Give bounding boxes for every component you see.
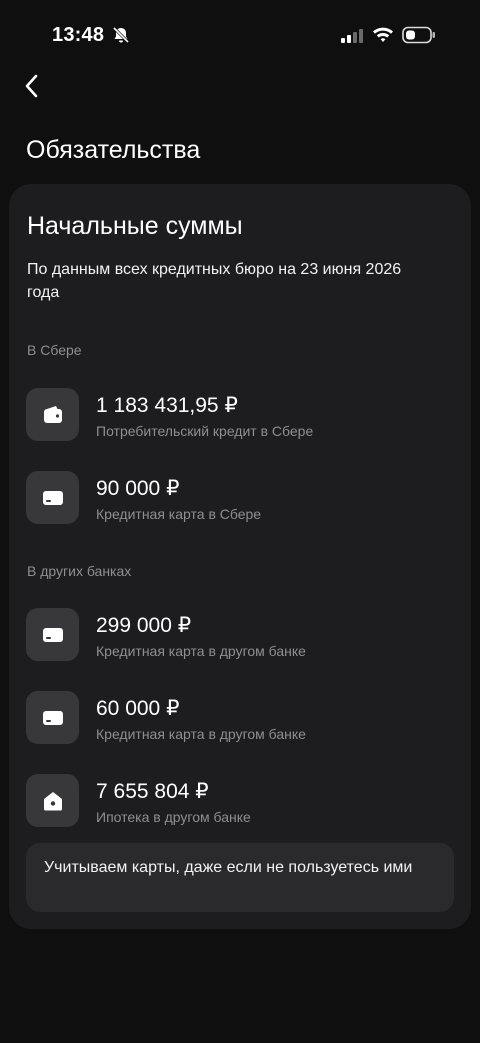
list-item[interactable]: 60 000 ₽ Кредитная карта в другом банке bbox=[26, 691, 456, 745]
item-amount: 1 183 431,95 ₽ bbox=[96, 394, 238, 417]
item-amount: 90 000 ₽ bbox=[96, 477, 180, 500]
wifi-icon bbox=[373, 27, 393, 42]
bell-muted-icon bbox=[112, 26, 130, 44]
item-amount: 299 000 ₽ bbox=[96, 614, 192, 637]
card-title: Начальные суммы bbox=[27, 212, 243, 240]
section-label-other-banks: В других банках bbox=[27, 563, 132, 579]
list-item[interactable]: 1 183 431,95 ₽ Потребительский кредит в … bbox=[26, 388, 456, 442]
card-icon bbox=[43, 711, 63, 725]
item-description: Ипотека в другом банке bbox=[96, 809, 251, 825]
initial-amounts-card: Начальные суммы По данным всех кредитных… bbox=[9, 184, 471, 929]
section-label-sber: В Сбере bbox=[27, 342, 82, 358]
item-amount: 7 655 804 ₽ bbox=[96, 780, 209, 803]
item-icon-box bbox=[26, 691, 79, 744]
item-icon-box bbox=[26, 774, 79, 827]
item-description: Кредитная карта в другом банке bbox=[96, 643, 306, 659]
list-item[interactable]: 90 000 ₽ Кредитная карта в Сбере bbox=[26, 471, 456, 525]
status-bar: 13:48 bbox=[0, 0, 480, 70]
list-item[interactable]: 7 655 804 ₽ Ипотека в другом банке bbox=[26, 774, 456, 828]
cellular-signal-icon bbox=[341, 29, 363, 43]
item-icon-box bbox=[26, 388, 79, 441]
item-description: Кредитная карта в другом банке bbox=[96, 726, 306, 742]
list-item[interactable]: 299 000 ₽ Кредитная карта в другом банке bbox=[26, 608, 456, 662]
page-title: Обязательства bbox=[26, 136, 201, 164]
battery-icon bbox=[402, 26, 435, 44]
back-chevron-icon[interactable] bbox=[20, 72, 44, 100]
item-description: Потребительский кредит в Сбере bbox=[96, 423, 314, 439]
info-note: Учитываем карты, даже если не пользуетес… bbox=[26, 843, 454, 912]
status-time: 13:48 bbox=[52, 24, 105, 46]
house-icon bbox=[44, 792, 62, 811]
item-description: Кредитная карта в Сбере bbox=[96, 506, 262, 522]
card-icon bbox=[43, 628, 63, 642]
info-note-text: Учитываем карты, даже если не пользуетес… bbox=[44, 859, 413, 876]
item-amount: 60 000 ₽ bbox=[96, 697, 180, 720]
item-icon-box bbox=[26, 471, 79, 524]
card-subtitle: По данным всех кредитных бюро на 23 июня… bbox=[27, 261, 402, 301]
card-icon bbox=[43, 491, 63, 505]
wallet-icon bbox=[44, 406, 62, 423]
item-icon-box bbox=[26, 608, 79, 661]
